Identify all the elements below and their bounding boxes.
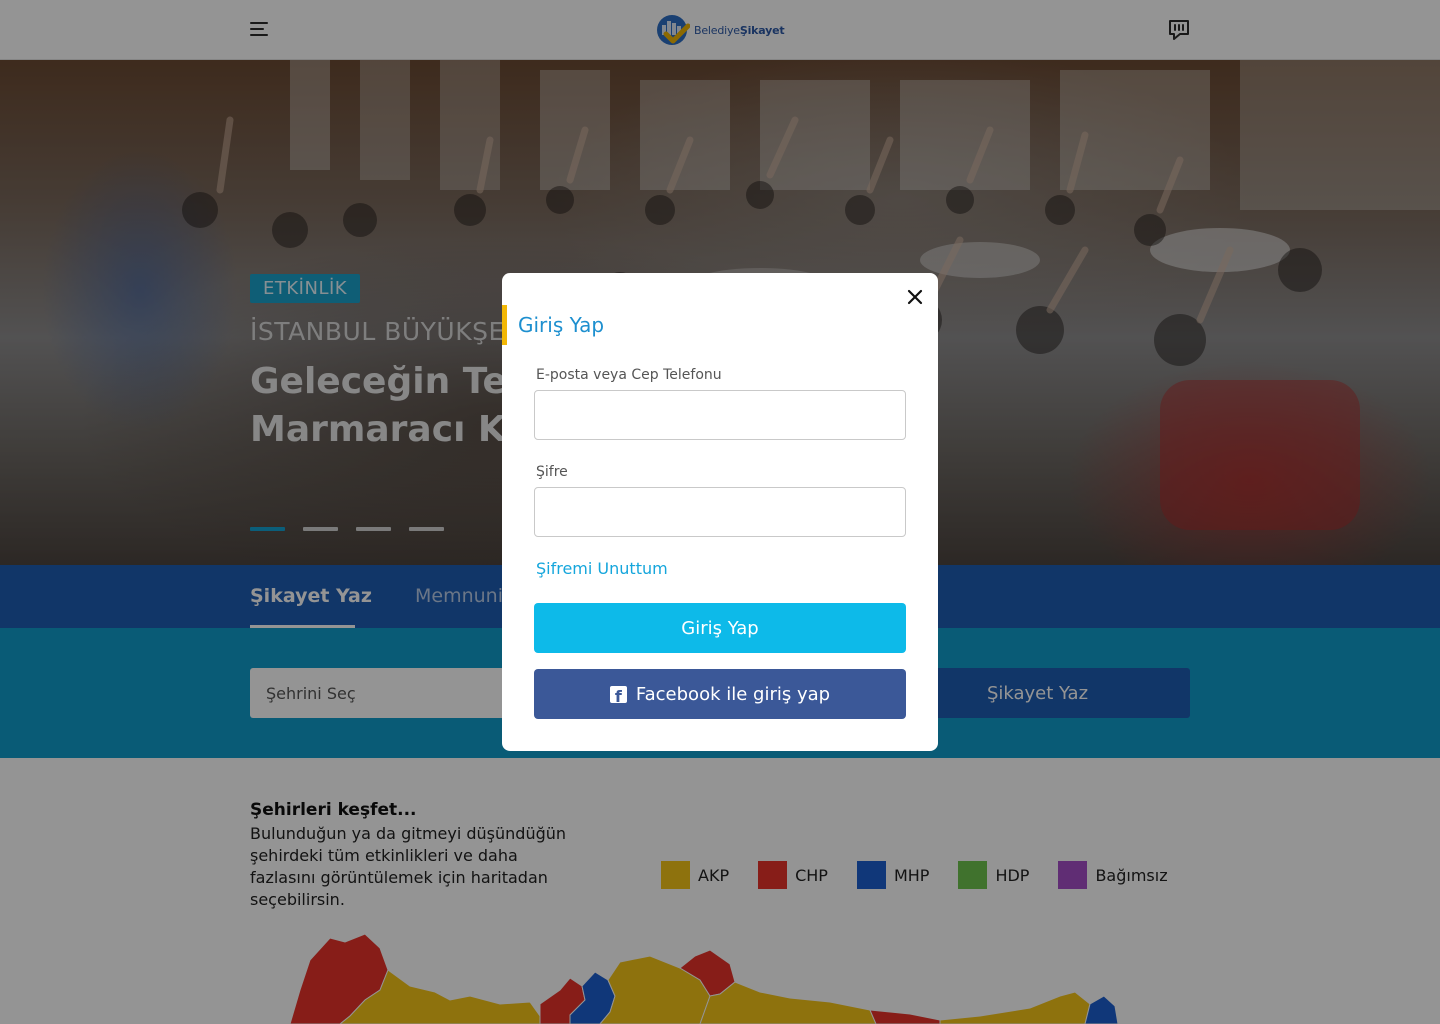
login-button[interactable]: Giriş Yap	[534, 603, 906, 653]
email-label: E-posta veya Cep Telefonu	[536, 367, 722, 383]
password-field[interactable]	[534, 487, 906, 537]
title-accent-bar	[502, 305, 507, 345]
facebook-icon: f	[609, 685, 627, 706]
close-icon[interactable]	[906, 288, 924, 306]
email-field[interactable]	[534, 390, 906, 440]
facebook-login-button[interactable]: f Facebook ile giriş yap	[534, 669, 906, 719]
password-label: Şifre	[536, 464, 568, 480]
forgot-password-link[interactable]: Şifremi Unuttum	[536, 559, 668, 578]
login-modal: Giriş Yap E-posta veya Cep Telefonu Şifr…	[502, 273, 938, 751]
modal-title: Giriş Yap	[518, 313, 605, 337]
facebook-login-label: Facebook ile giriş yap	[635, 683, 831, 705]
